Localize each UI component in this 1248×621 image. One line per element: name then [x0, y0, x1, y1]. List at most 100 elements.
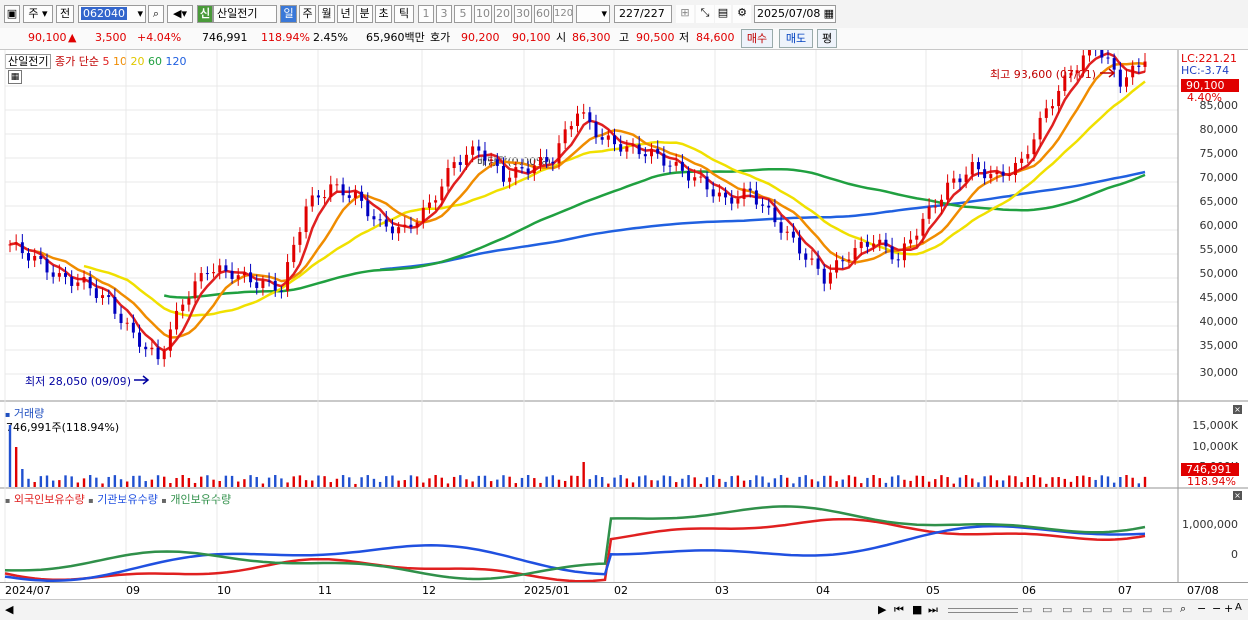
interval-20[interactable]: 20 — [494, 5, 512, 23]
candle — [754, 190, 758, 205]
volume-bar — [403, 480, 406, 487]
volume-bar — [755, 475, 758, 487]
volume-bar — [712, 475, 715, 487]
period-year[interactable]: 년 — [337, 5, 354, 23]
x-tick: 07 — [1118, 584, 1132, 597]
period-tick[interactable]: 틱 — [394, 5, 414, 23]
volume-bar — [613, 477, 616, 487]
interval-120[interactable]: 120 — [553, 5, 573, 23]
volume-bar — [1125, 475, 1128, 487]
candle — [946, 182, 950, 200]
interval-60[interactable]: 60 — [534, 5, 552, 23]
candle — [1044, 108, 1048, 118]
buy-button[interactable]: 매수 — [741, 29, 773, 48]
candle — [933, 206, 937, 208]
amount-value: 65,960백만 — [366, 31, 425, 44]
low-label: 저 — [679, 31, 690, 44]
volume-bar — [804, 475, 807, 487]
period-day[interactable]: 일 — [280, 5, 297, 23]
layout-icon[interactable]: ▭ — [1022, 603, 1032, 616]
candle — [798, 237, 802, 254]
save-icon[interactable]: ▤ — [715, 5, 731, 23]
draw-icon[interactable]: ⤡ — [696, 5, 714, 23]
candle — [847, 259, 851, 261]
period-month[interactable]: 월 — [318, 5, 335, 23]
rewind-icon[interactable]: ⏮ — [894, 603, 904, 617]
candle — [779, 222, 783, 233]
interval-30[interactable]: 30 — [514, 5, 532, 23]
period-minute[interactable]: 분 — [356, 5, 373, 23]
layout-icon[interactable]: ▭ — [1082, 603, 1092, 616]
volume-bar — [101, 483, 104, 487]
candle — [1050, 106, 1054, 109]
volume-bar — [150, 479, 154, 487]
volume-bar — [21, 469, 24, 487]
date-input[interactable]: 2025/07/08 ▦ — [754, 5, 836, 23]
candle — [958, 178, 962, 183]
sound-icon[interactable]: ◀▾ — [167, 5, 193, 23]
font-size-icon[interactable]: A — [1235, 602, 1242, 613]
avg-button[interactable]: 평 — [817, 29, 837, 48]
candle — [853, 248, 857, 260]
interval-3[interactable]: 3 — [436, 5, 452, 23]
candle — [748, 188, 752, 191]
candle — [588, 112, 592, 123]
chart-svg[interactable] — [0, 50, 1248, 621]
candle — [39, 255, 43, 260]
candle — [489, 159, 493, 161]
minus-icon[interactable]: − — [1197, 602, 1206, 615]
period-week[interactable]: 주 — [299, 5, 316, 23]
volume-bar — [1143, 476, 1147, 487]
interval-1[interactable]: 1 — [418, 5, 434, 23]
custom-interval[interactable]: ▾ — [576, 5, 610, 23]
volume-bar — [95, 477, 98, 487]
layout-icon[interactable]: ▭ — [1042, 603, 1052, 616]
volume-bar — [520, 477, 524, 487]
volume-bar — [705, 477, 709, 487]
candle — [175, 310, 179, 330]
layout-icon[interactable]: ▭ — [1102, 603, 1112, 616]
interval-5[interactable]: 5 — [454, 5, 472, 23]
gear-icon[interactable]: ⚙ — [733, 5, 751, 23]
scroll-left-icon[interactable]: ◀ — [5, 603, 13, 616]
dash-icon[interactable]: − — [1212, 602, 1221, 615]
candle — [353, 191, 357, 198]
volume-bar — [298, 475, 302, 487]
zoom-slider[interactable] — [948, 608, 1018, 613]
candle — [255, 282, 259, 288]
candle — [242, 272, 246, 276]
prev-button[interactable]: 전 — [56, 5, 74, 23]
candle — [878, 239, 882, 244]
volume-bar — [971, 478, 974, 487]
count-value: 227 — [619, 7, 640, 20]
volume-bar — [267, 477, 271, 487]
zoom-icon[interactable]: ⌕ — [1180, 602, 1186, 616]
search-icon[interactable]: ⌕ — [148, 5, 164, 23]
candle — [292, 244, 296, 263]
period-second[interactable]: 초 — [375, 5, 392, 23]
layout-icon[interactable]: ▭ — [1122, 603, 1132, 616]
window-icon[interactable]: ▣ — [4, 5, 20, 23]
layout-icon[interactable]: ▭ — [1062, 603, 1072, 616]
forward-icon[interactable]: ⏭ — [928, 603, 938, 617]
layout-icon[interactable]: ▭ — [1162, 603, 1172, 616]
market-select[interactable]: 주 ▾ — [23, 5, 53, 23]
volume-bar — [64, 475, 67, 487]
candle — [1063, 75, 1067, 91]
layout-icon[interactable]: ▭ — [1142, 603, 1152, 616]
plus-icon[interactable]: + — [1224, 602, 1233, 615]
volume-bar — [126, 481, 129, 487]
calendar-icon[interactable]: ▦ — [824, 6, 834, 22]
volume-bar — [1057, 477, 1060, 487]
candle — [131, 322, 135, 333]
code-input[interactable]: 062040 ▾ — [78, 5, 146, 23]
volume-bar — [70, 476, 73, 487]
interval-10[interactable]: 10 — [474, 5, 492, 23]
grid-icon[interactable]: ⊞ — [676, 5, 694, 23]
sell-button[interactable]: 매도 — [779, 29, 813, 48]
candle — [286, 262, 290, 291]
volume-bar — [440, 477, 443, 487]
stop-icon[interactable]: ■ — [912, 603, 922, 616]
scroll-right-icon[interactable]: ▶ — [878, 603, 886, 616]
scrollbar[interactable]: ◀ ▶ ⏮ ■ ⏭ ▭ ▭ ▭ ▭ ▭ ▭ ▭ ▭ ⌕ − − + A — [0, 599, 1248, 620]
